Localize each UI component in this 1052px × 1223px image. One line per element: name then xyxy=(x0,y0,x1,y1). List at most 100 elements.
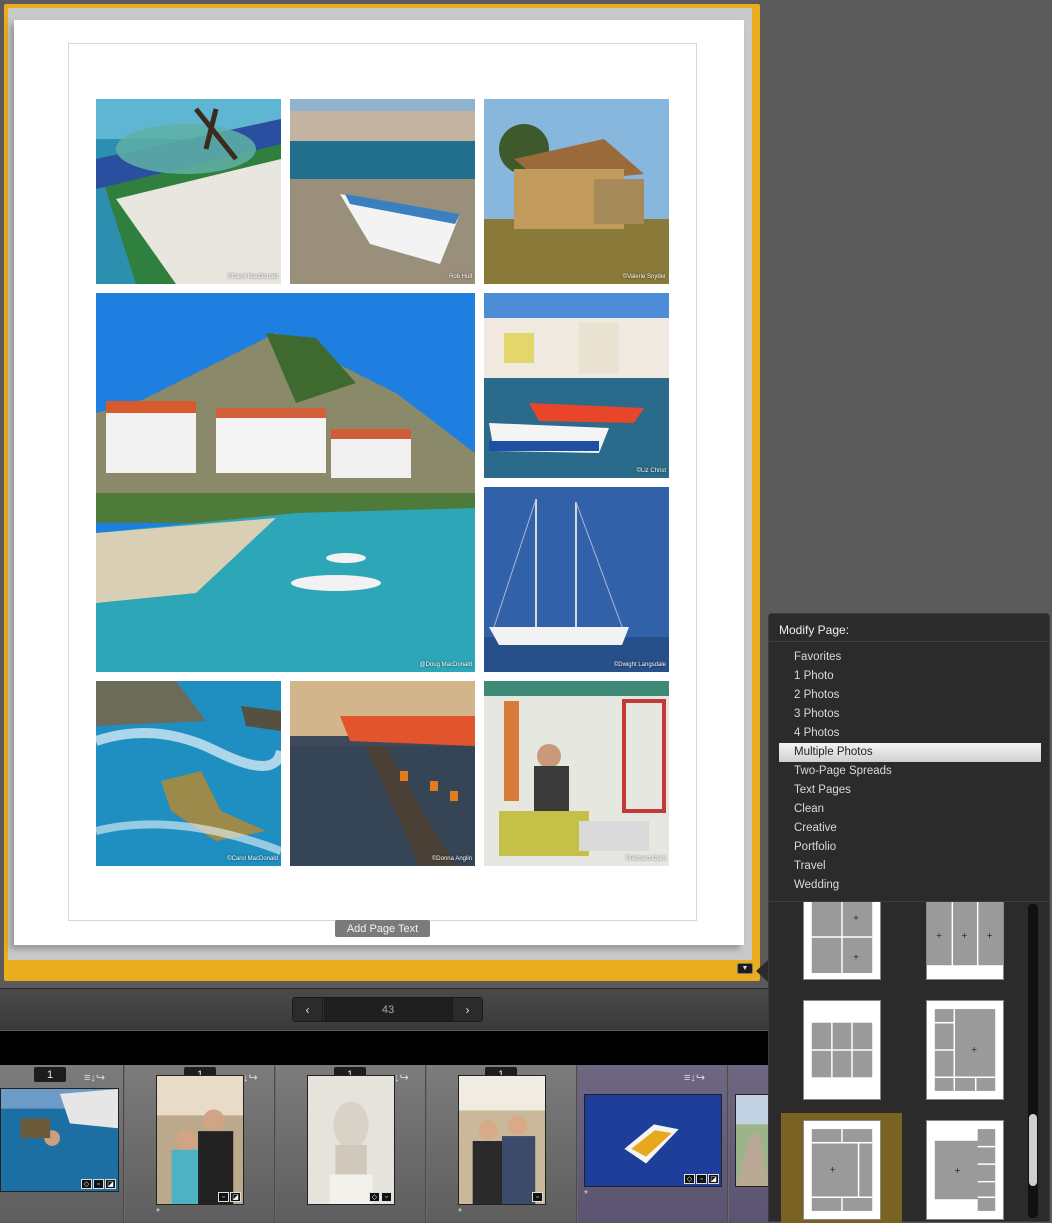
filmstrip-cell[interactable] xyxy=(729,1065,770,1222)
category-travel[interactable]: Travel xyxy=(779,857,1041,876)
stack-icon: ▫ xyxy=(93,1179,104,1189)
add-page-text-button[interactable]: Add Page Text xyxy=(335,920,430,937)
harbor-village-photo xyxy=(96,293,475,672)
layout-scrollbar[interactable] xyxy=(1028,904,1038,1218)
popup-pointer xyxy=(756,960,768,982)
statue-photo-thumb[interactable]: ◇ ▫ xyxy=(307,1075,395,1205)
page-navigator: ‹ 43 › xyxy=(292,997,483,1022)
previous-page-button[interactable]: ‹ xyxy=(293,998,323,1021)
category-two-page-spreads[interactable]: Two-Page Spreads xyxy=(779,762,1041,781)
edit-icon: ◪ xyxy=(105,1179,116,1189)
two-women-photo xyxy=(459,1076,545,1204)
category-creative[interactable]: Creative xyxy=(779,819,1041,838)
photo-cell-3[interactable]: ©Valerie Snyder xyxy=(484,99,669,284)
tag-icon: ◇ xyxy=(369,1192,380,1202)
stack-icon: ▫ xyxy=(381,1192,392,1202)
photo-credit: ©Richard Clark xyxy=(625,856,666,862)
photo-cell-1[interactable]: ©Carol MacDonald xyxy=(96,99,281,284)
street-photo-thumb[interactable] xyxy=(735,1094,770,1187)
filmstrip-cell[interactable]: 1 ↓↪ ◇ ▫ xyxy=(276,1065,426,1222)
harbor-boats-photo xyxy=(484,293,669,478)
couple-photo xyxy=(157,1076,243,1204)
photo-cell-8[interactable]: ©Donna Anglin xyxy=(290,681,475,866)
triangle-down-icon: ▼ xyxy=(741,965,749,972)
photo-cell-6[interactable]: ©Dwight Langsdale xyxy=(484,487,669,672)
photo-cell-2[interactable]: Rob Hull xyxy=(290,99,475,284)
modify-page-title: Modify Page: xyxy=(779,623,850,637)
category-portfolio[interactable]: Portfolio xyxy=(779,838,1041,857)
category-4-photos[interactable]: 4 Photos xyxy=(779,724,1041,743)
rating-star: * xyxy=(156,1207,160,1218)
snorkel-photo xyxy=(1,1089,118,1191)
category-2-photos[interactable]: 2 Photos xyxy=(779,686,1041,705)
category-3-photos[interactable]: 3 Photos xyxy=(779,705,1041,724)
street-photo xyxy=(736,1095,769,1186)
layout-category-list: Favorites 1 Photo 2 Photos 3 Photos 4 Ph… xyxy=(779,648,1041,895)
stack-icon: ▫ xyxy=(532,1192,543,1202)
svg-text:+: + xyxy=(971,1045,978,1054)
category-1-photo[interactable]: 1 Photo xyxy=(779,667,1041,686)
photo-cell-5[interactable]: ©Liz Christ xyxy=(484,293,669,478)
next-page-button[interactable]: › xyxy=(452,998,482,1021)
photo-cell-9[interactable]: ©Richard Clark xyxy=(484,681,669,866)
layout-template-selected[interactable]: + xyxy=(803,1120,881,1220)
photo-credit: ©Donna Anglin xyxy=(431,856,472,862)
filmstrip-cell[interactable]: 1 ●↪ ▫ * xyxy=(427,1065,577,1222)
svg-text:+: + xyxy=(954,1166,961,1175)
page-navigation-bar: ‹ 43 › xyxy=(0,988,770,1030)
couple-photo-thumb[interactable]: ▫ ◪ xyxy=(156,1075,244,1205)
thumb-status-icons: ▫ ◪ xyxy=(218,1192,241,1202)
photo-credit: ©Liz Christ xyxy=(636,468,666,474)
stack-icons: ↓↪ xyxy=(243,1072,258,1084)
rating-star: * xyxy=(458,1207,462,1218)
tag-icon: ◇ xyxy=(684,1174,695,1184)
layout-template[interactable]: + + xyxy=(803,902,881,980)
blue-art-photo xyxy=(585,1095,721,1186)
pier-posts-photo xyxy=(290,681,475,866)
thumb-status-icons: ◇ ▫ ◪ xyxy=(81,1179,116,1189)
stack-icon: ▫ xyxy=(696,1174,707,1184)
svg-text:+: + xyxy=(986,931,993,940)
layout-template[interactable]: + + + xyxy=(926,902,1004,980)
filmstrip-cell[interactable]: 1 ≡↓↪ ◇ ▫ ◪ xyxy=(0,1065,124,1222)
blue-art-photo-thumb[interactable]: ◇ ▫ ◪ xyxy=(584,1094,722,1187)
photo-credit: Rob Hull xyxy=(448,274,472,280)
filmstrip-cell[interactable]: 1 ↓↪ ▫ ◪ * xyxy=(125,1065,275,1222)
layout-preview: + xyxy=(811,1129,873,1211)
filmstrip-cell[interactable]: ≡↓↪ ◇ ▫ ◪ * xyxy=(578,1065,728,1222)
thumb-status-icons: ◇ ▫ xyxy=(369,1192,392,1202)
page-number-field[interactable]: 43 xyxy=(324,998,452,1021)
photo-credit: ©Carol MacDonald xyxy=(227,856,278,862)
category-wedding[interactable]: Wedding xyxy=(779,876,1041,895)
layout-template-grid: + + + + + + + + xyxy=(769,902,1027,1223)
category-clean[interactable]: Clean xyxy=(779,800,1041,819)
tag-icon: ◇ xyxy=(81,1179,92,1189)
modify-page-panel: Modify Page: Favorites 1 Photo 2 Photos … xyxy=(768,613,1050,1223)
usage-count-badge: 1 xyxy=(34,1067,66,1082)
chevron-right-icon: › xyxy=(465,1002,470,1017)
category-text-pages[interactable]: Text Pages xyxy=(779,781,1041,800)
two-women-photo-thumb[interactable]: ▫ xyxy=(458,1075,546,1205)
photo-cell-4[interactable]: @Doug MacDonald xyxy=(96,293,475,672)
category-multiple-photos[interactable]: Multiple Photos xyxy=(779,743,1041,762)
thumb-status-icons: ▫ xyxy=(532,1192,543,1202)
boat-rope-photo xyxy=(96,99,281,284)
svg-text:+: + xyxy=(961,931,968,940)
layout-template[interactable] xyxy=(803,1000,881,1100)
stack-icons: ≡↓↪ xyxy=(684,1072,706,1084)
snorkel-photo-thumb[interactable]: ◇ ▫ ◪ xyxy=(0,1088,119,1192)
beached-boat-photo xyxy=(290,99,475,284)
edit-icon: ◪ xyxy=(708,1174,719,1184)
photo-cell-7[interactable]: ©Carol MacDonald xyxy=(96,681,281,866)
category-favorites[interactable]: Favorites xyxy=(779,648,1041,667)
layout-template[interactable]: + xyxy=(926,1000,1004,1100)
edit-icon: ◪ xyxy=(230,1192,241,1202)
layout-template[interactable]: + xyxy=(926,1120,1004,1220)
thumb-status-icons: ◇ ▫ ◪ xyxy=(684,1174,719,1184)
filmstrip[interactable]: 1 ≡↓↪ ◇ ▫ ◪ 1 ↓↪ ▫ ◪ * 1 ↓↪ ◇ ▫ 1 ▫ * ≡↓… xyxy=(0,1065,770,1222)
modify-page-toggle[interactable]: ▼ xyxy=(737,963,753,974)
photo-credit: ©Dwight Langsdale xyxy=(613,662,666,668)
scrollbar-thumb[interactable] xyxy=(1029,1114,1037,1186)
layout-preview: + + + xyxy=(927,902,1003,966)
svg-text:+: + xyxy=(853,952,860,961)
